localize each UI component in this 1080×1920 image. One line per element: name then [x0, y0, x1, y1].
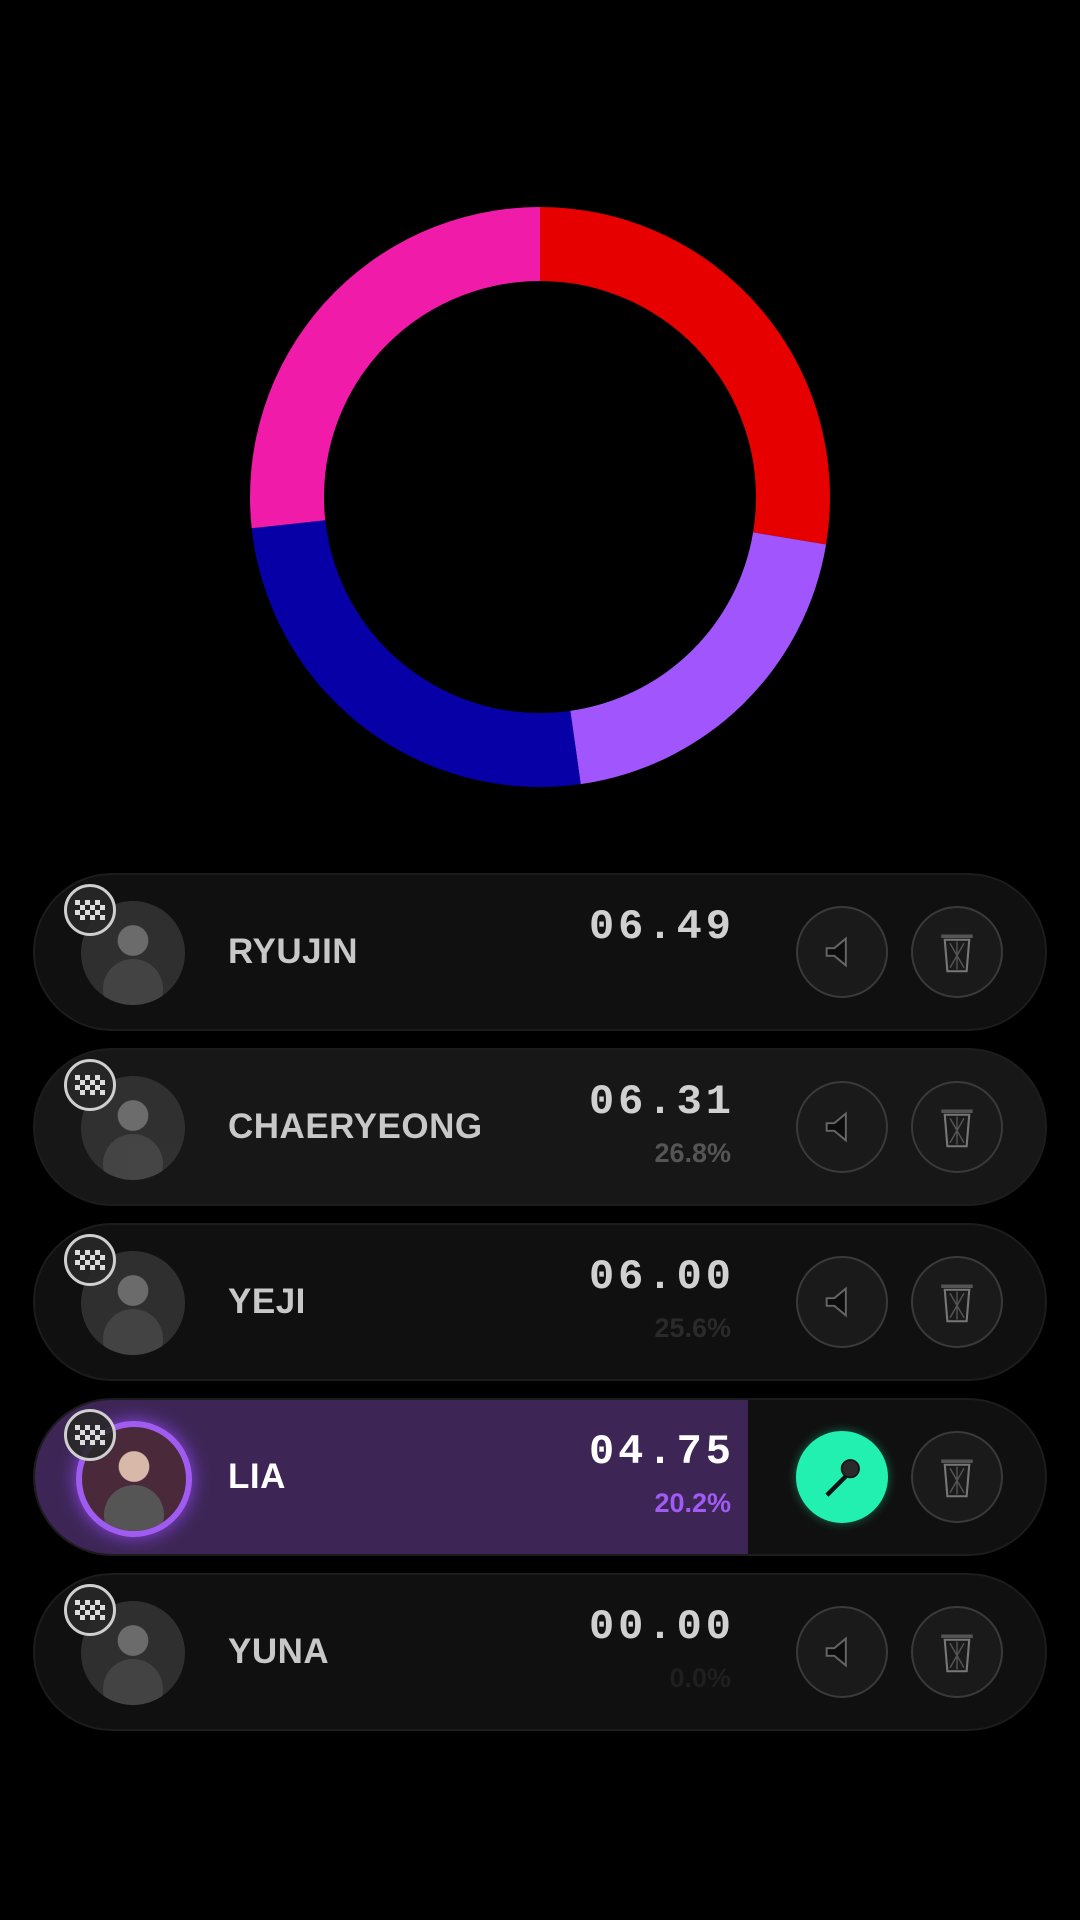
member-time: 06.49 [588, 903, 735, 951]
trash-icon [941, 1284, 973, 1323]
donut-segment-0 [540, 207, 830, 545]
member-time: 04.75 [588, 1428, 735, 1476]
member-name: YUNA [228, 1632, 330, 1671]
member-name: RYUJIN [228, 932, 359, 971]
checkered-flag-icon[interactable] [64, 1059, 116, 1111]
donut-chart [0, 0, 1080, 820]
delete-button[interactable] [911, 906, 1003, 998]
donut-segment-3 [250, 207, 540, 529]
delete-button[interactable] [911, 1606, 1003, 1698]
member-percent: 26.8% [654, 1138, 731, 1168]
trash-icon [941, 1459, 973, 1498]
member-name: YEJI [228, 1282, 306, 1321]
delete-button[interactable] [911, 1431, 1003, 1523]
trash-icon [941, 1109, 973, 1148]
speaker-icon [825, 1286, 847, 1318]
speaker-button[interactable] [796, 1256, 888, 1348]
member-name: CHAERYEONG [228, 1107, 483, 1146]
member-name: LIA [228, 1457, 286, 1496]
delete-button[interactable] [911, 1081, 1003, 1173]
member-percent: 0.0% [669, 1663, 731, 1693]
member-row[interactable]: CHAERYEONG 06.31 26.8% [33, 1048, 1047, 1206]
speaker-button[interactable] [796, 1606, 888, 1698]
member-row[interactable]: YUNA 00.00 0.0% [33, 1573, 1047, 1731]
member-time: 00.00 [588, 1603, 735, 1651]
member-time: 06.31 [588, 1078, 735, 1126]
trash-icon [941, 1634, 973, 1673]
member-row-active[interactable]: LIA 04.75 20.2% [33, 1398, 1047, 1556]
checkered-flag-icon[interactable] [64, 884, 116, 936]
trash-icon [941, 934, 973, 973]
member-list: RYUJIN 06.49 CHAERYEONG 06.31 26.8% YEJI… [33, 873, 1047, 1748]
donut-segment-1 [570, 532, 827, 785]
member-row[interactable]: RYUJIN 06.49 [33, 873, 1047, 1031]
donut-chart-svg [250, 207, 830, 787]
delete-button[interactable] [911, 1256, 1003, 1348]
checkered-flag-icon[interactable] [64, 1234, 116, 1286]
member-percent: 25.6% [654, 1313, 731, 1343]
speaker-icon [825, 1636, 847, 1668]
speaker-icon [825, 936, 847, 968]
speaker-button[interactable] [796, 906, 888, 998]
microphone-icon [825, 1459, 860, 1497]
donut-segment-2 [251, 520, 581, 787]
member-percent: 20.2% [654, 1488, 731, 1518]
speaker-button[interactable] [796, 1081, 888, 1173]
speaker-icon [825, 1111, 847, 1143]
member-row[interactable]: YEJI 06.00 25.6% [33, 1223, 1047, 1381]
member-time: 06.00 [588, 1253, 735, 1301]
checkered-flag-icon[interactable] [64, 1409, 116, 1461]
mic-button[interactable] [796, 1431, 888, 1523]
checkered-flag-icon[interactable] [64, 1584, 116, 1636]
